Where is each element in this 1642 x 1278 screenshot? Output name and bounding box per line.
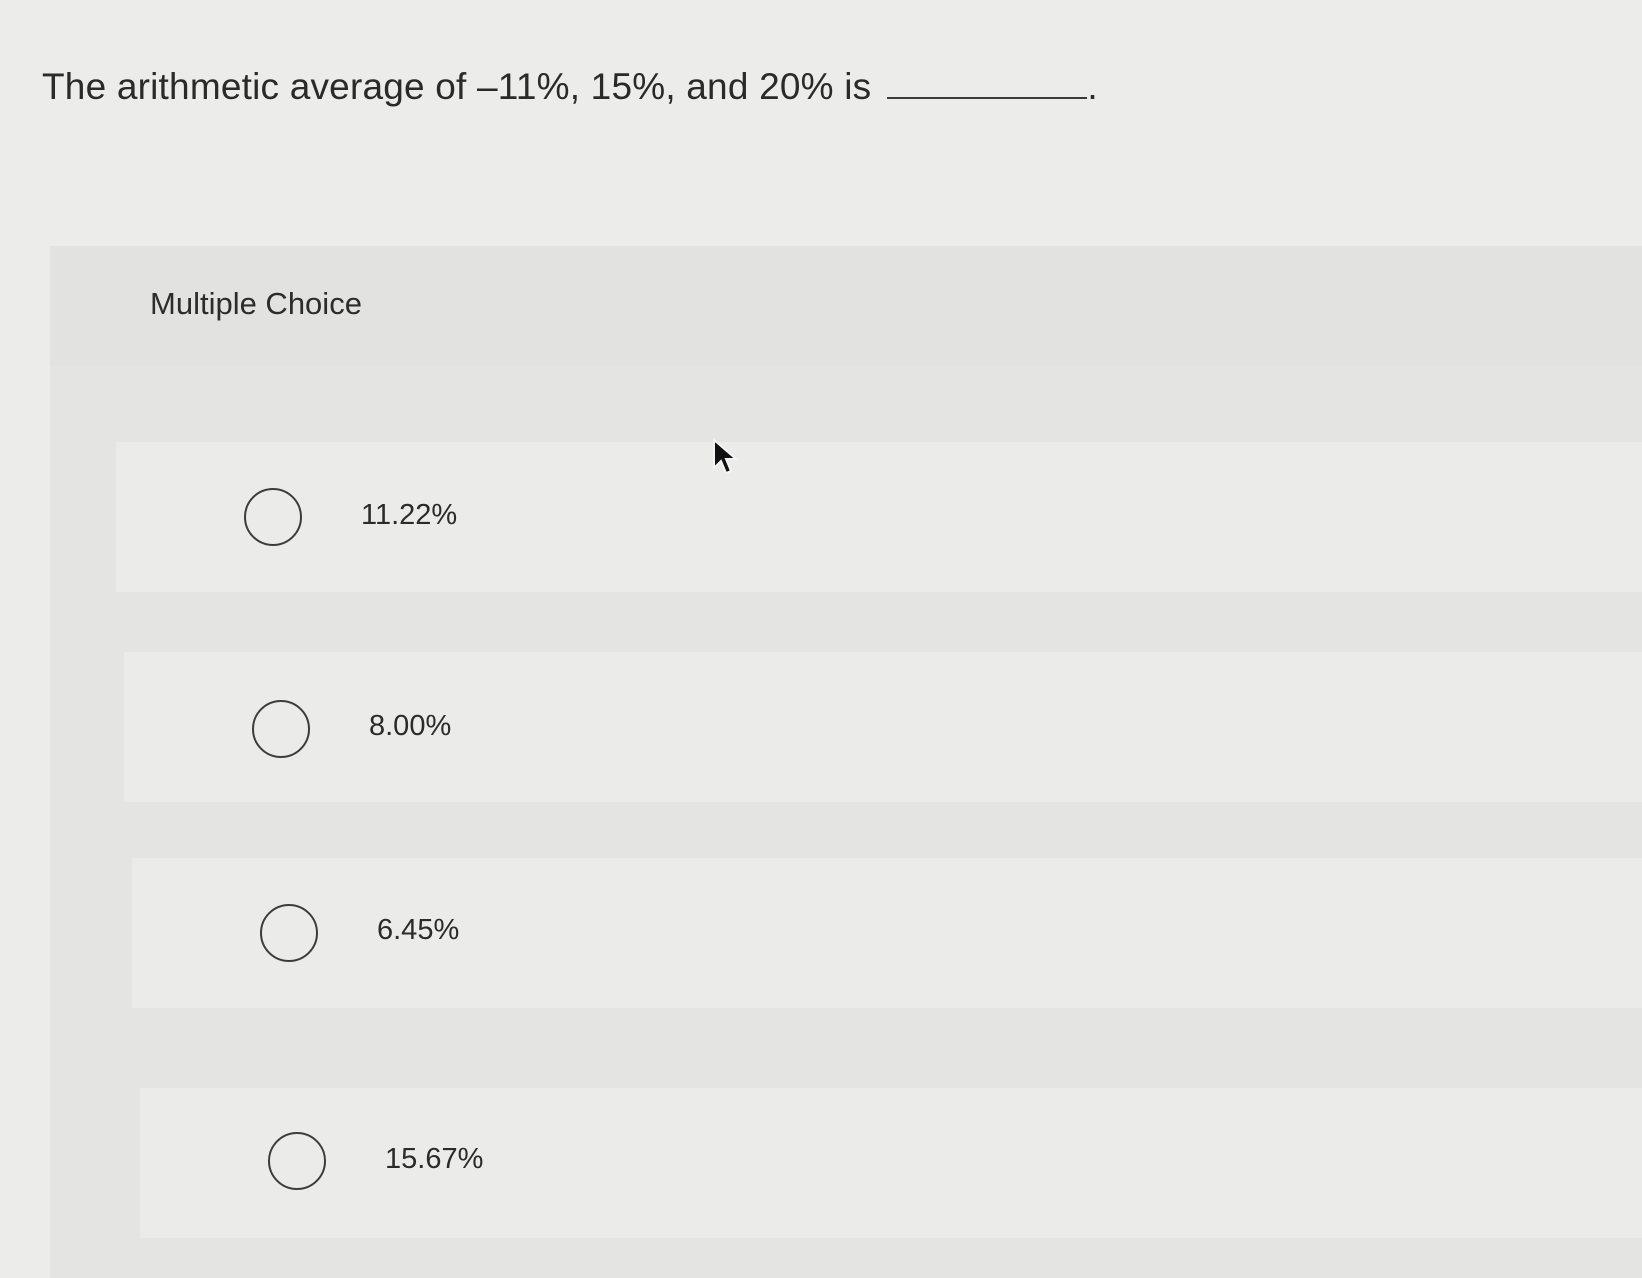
radio-unselected-icon[interactable] xyxy=(260,904,318,962)
radio-unselected-icon[interactable] xyxy=(268,1132,326,1190)
answer-blank xyxy=(887,67,1088,99)
option-label-3: 6.45% xyxy=(377,914,460,946)
multiple-choice-panel: Multiple Choice 11.22% 8.00% 6.45% 15.67… xyxy=(50,246,1642,1278)
question-text-row: The arithmetic average of –11%, 15%, and… xyxy=(42,66,1098,108)
multiple-choice-header: Multiple Choice xyxy=(50,246,1642,366)
option-row-4[interactable]: 15.67% xyxy=(140,1088,1642,1238)
radio-unselected-icon[interactable] xyxy=(252,700,310,758)
option-label-2: 8.00% xyxy=(369,710,452,742)
radio-unselected-icon[interactable] xyxy=(244,488,302,546)
question-period: . xyxy=(1087,66,1098,107)
option-row-3[interactable]: 6.45% xyxy=(132,858,1642,1008)
option-label-4: 15.67% xyxy=(385,1143,484,1175)
option-label-1: 11.22% xyxy=(361,499,458,531)
option-row-1[interactable]: 11.22% xyxy=(116,442,1642,592)
question-text: The arithmetic average of –11%, 15%, and… xyxy=(42,66,872,107)
option-row-2[interactable]: 8.00% xyxy=(124,652,1642,802)
multiple-choice-label: Multiple Choice xyxy=(150,286,362,321)
